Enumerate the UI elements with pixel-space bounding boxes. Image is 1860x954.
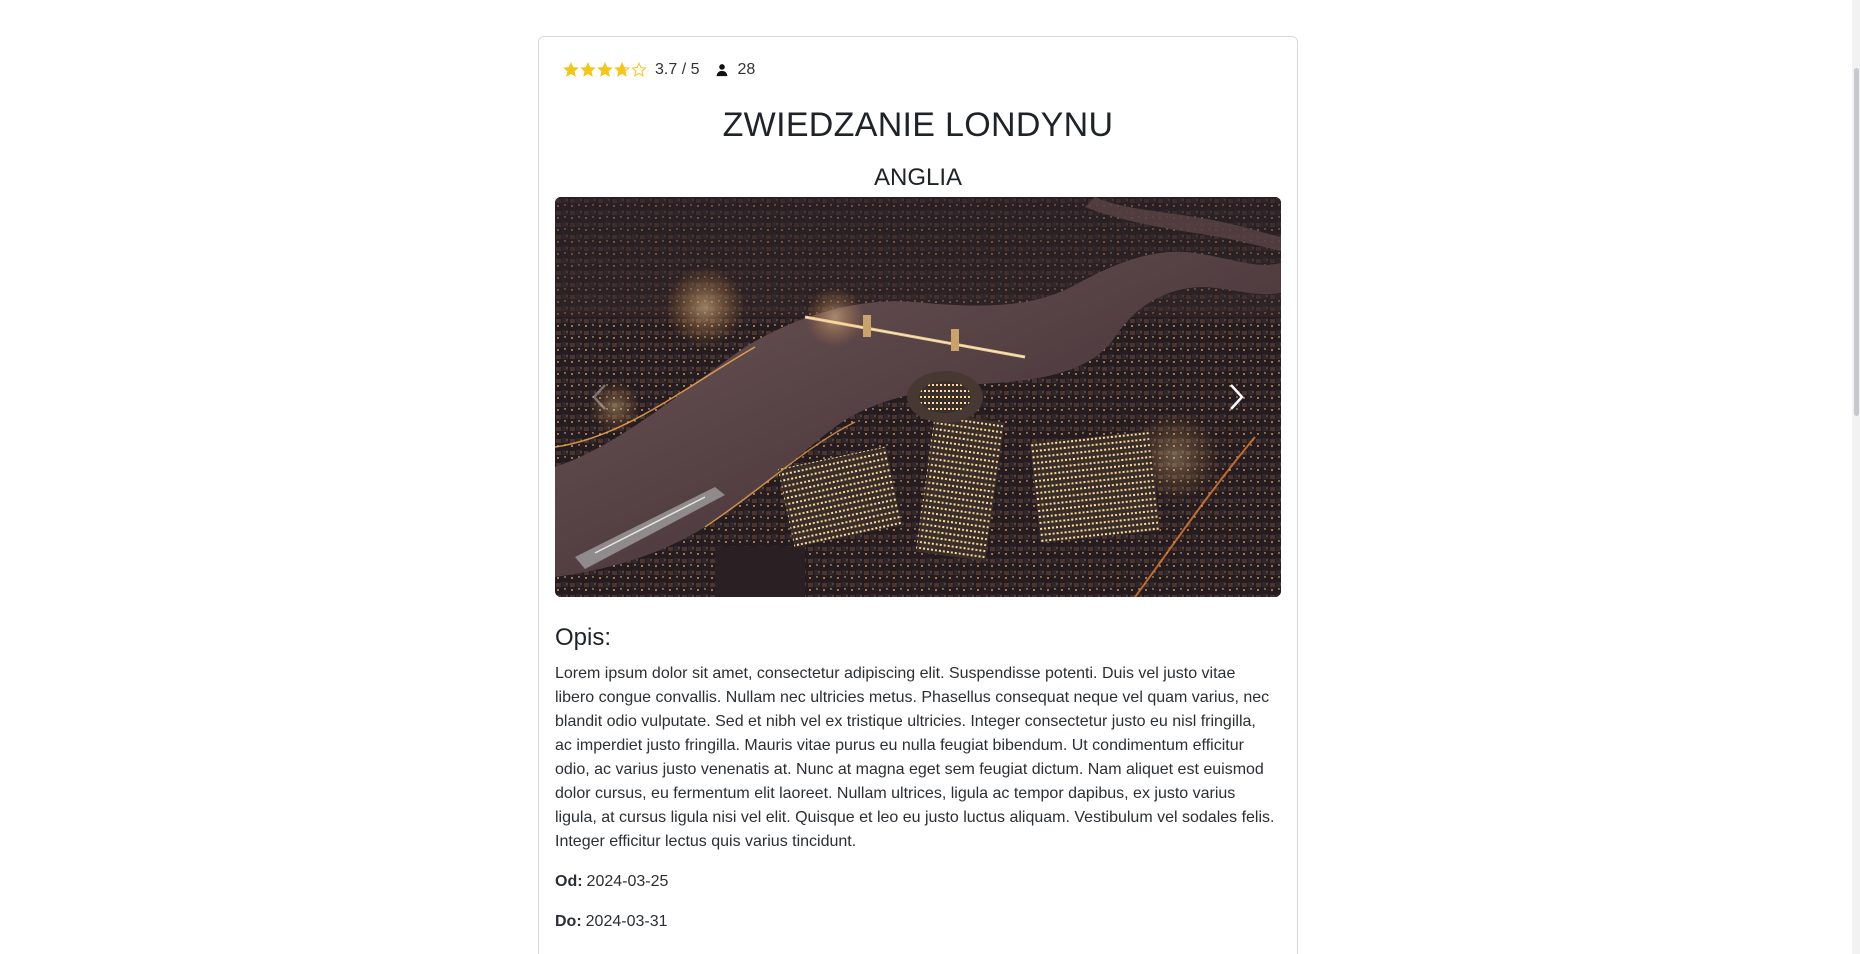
reviews-count: 28	[737, 61, 756, 78]
date-from-label: Od:	[555, 873, 583, 890]
star-full-icon	[597, 62, 613, 77]
london-night-photo	[555, 197, 1281, 597]
star-empty-icon	[631, 62, 647, 77]
scrollbar-thumb[interactable]	[1854, 68, 1859, 416]
date-from: Od: 2024-03-25	[555, 870, 1281, 894]
date-to-value: 2024-03-31	[585, 913, 668, 930]
trip-country: ANGLIA	[873, 164, 963, 191]
star-full-icon	[580, 62, 596, 77]
chevron-left-icon	[592, 384, 606, 410]
rating-value: 3.7 / 5	[655, 61, 700, 78]
person-icon	[717, 64, 728, 77]
star-half-icon	[614, 62, 630, 77]
date-to-label: Do:	[555, 913, 582, 930]
date-from-value: 2024-03-25	[586, 873, 669, 890]
date-to: Do: 2024-03-31	[555, 910, 1281, 934]
chevron-right-icon	[1230, 384, 1244, 410]
carousel-prev-button[interactable]	[555, 197, 645, 597]
trip-title: ZWIEDZANIE LONDYNU	[722, 106, 1114, 144]
star-rating	[563, 62, 647, 78]
star-full-icon	[563, 62, 579, 77]
description-text: Lorem ipsum dolor sit amet, consectetur …	[555, 665, 1275, 850]
rating-row: 3.7 / 5 28	[555, 54, 1281, 86]
carousel-next-button[interactable]	[1191, 197, 1281, 597]
image-carousel[interactable]	[555, 197, 1281, 597]
page: 3.7 / 5 28 ZWIEDZANIE LONDYNU ANGLIA Opi…	[0, 0, 1860, 954]
trip-card: 3.7 / 5 28 ZWIEDZANIE LONDYNU ANGLIA Opi…	[538, 36, 1298, 954]
description-heading: Opis:	[555, 624, 612, 651]
reviews-count-group: 28	[715, 61, 755, 79]
